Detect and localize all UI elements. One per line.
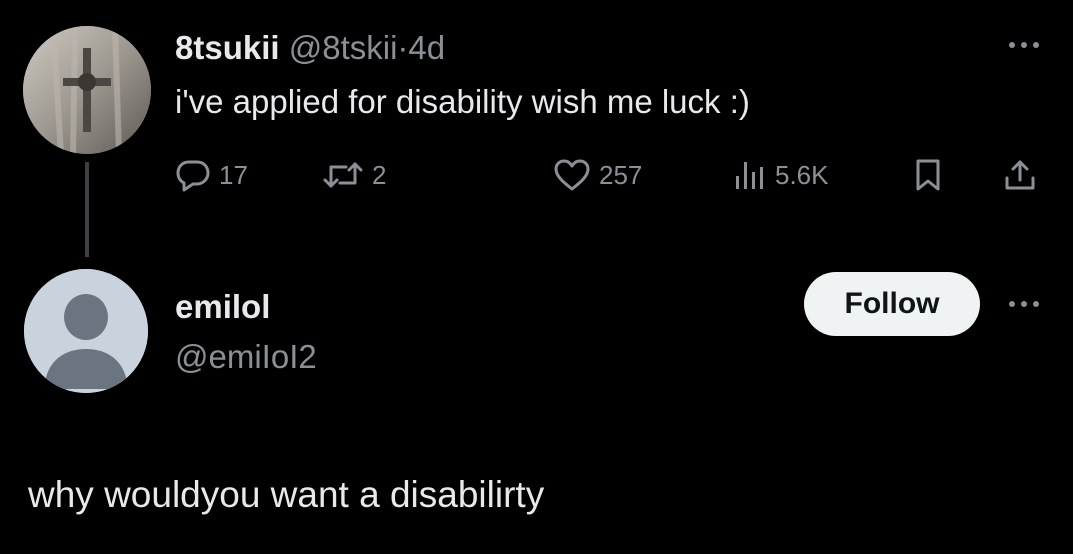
default-avatar[interactable] (24, 269, 148, 393)
share-icon (1003, 158, 1037, 192)
share-button[interactable] (1003, 155, 1037, 195)
views-count: 5.6K (775, 159, 829, 190)
reply-count: 17 (219, 159, 248, 190)
like-count: 257 (599, 159, 643, 190)
handle[interactable]: @8tskii (289, 29, 398, 66)
retweet-button[interactable]: 2 (322, 155, 386, 195)
handle[interactable]: @emiIoI2 (175, 337, 317, 377)
views-icon (733, 158, 767, 192)
bookmark-icon (913, 158, 943, 192)
like-icon (553, 158, 591, 192)
views-button[interactable]: 5.6K (733, 155, 829, 195)
more-icon[interactable] (1004, 297, 1044, 311)
like-button[interactable]: 257 (553, 155, 642, 195)
display-name[interactable]: emilol (175, 287, 270, 327)
separator: · (397, 29, 409, 66)
retweet-icon (322, 158, 364, 192)
more-icon[interactable] (1004, 38, 1044, 52)
retweet-count: 2 (372, 159, 387, 190)
avatar[interactable] (23, 26, 151, 154)
display-name[interactable]: 8tsukii (175, 29, 280, 66)
reply-icon (175, 158, 211, 192)
reply-button[interactable]: 17 (175, 155, 248, 195)
tweet-text: i've applied for disability wish me luck… (175, 83, 750, 120)
follow-button[interactable]: Follow (804, 272, 980, 336)
timestamp[interactable]: 4d (408, 29, 445, 66)
thread-line (85, 162, 89, 257)
bookmark-button[interactable] (913, 155, 943, 195)
reply-text: why wouldyou want a disabilirty (28, 474, 545, 515)
tweet-header: 8tsukii @8tskii·4d (175, 28, 445, 68)
